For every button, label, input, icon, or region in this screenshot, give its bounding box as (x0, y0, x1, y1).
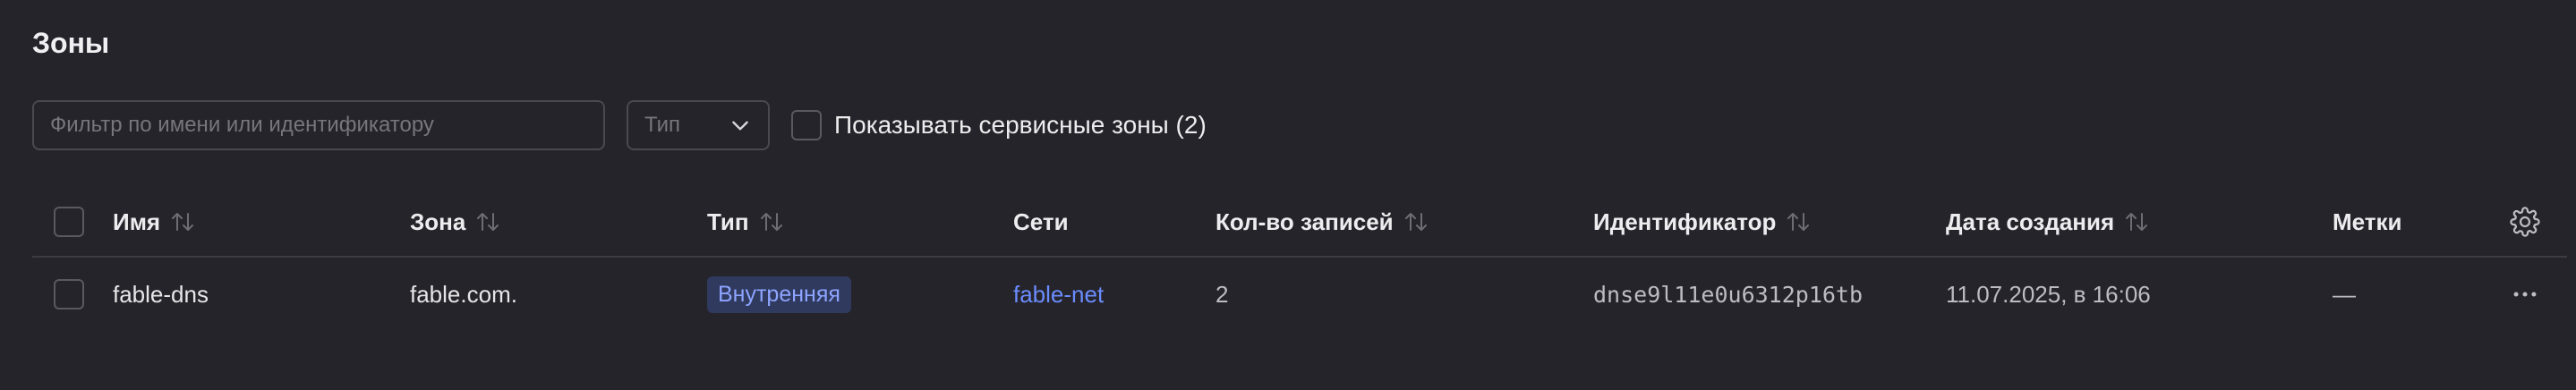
row-name[interactable]: fable-dns (113, 258, 209, 331)
row-select-cell (54, 258, 84, 331)
column-header-type[interactable]: Тип (707, 188, 785, 256)
select-all-cell (54, 188, 84, 256)
column-header-record-count-label: Кол-во записей (1215, 208, 1394, 235)
column-header-created[interactable]: Дата создания (1946, 188, 2150, 256)
column-header-record-count[interactable]: Кол-во записей (1215, 188, 1429, 256)
table-header: Имя Зона Тип Сети Кол-во записей Идентиф… (32, 188, 2567, 258)
filter-input[interactable] (32, 100, 605, 150)
type-select-placeholder: Тип (644, 113, 681, 137)
column-header-identifier[interactable]: Идентификатор (1593, 188, 1812, 256)
column-header-networks: Сети (1013, 188, 1069, 256)
more-dots-icon[interactable] (2510, 279, 2540, 309)
row-created: 11.07.2025, в 16:06 (1946, 280, 2151, 308)
sort-arrows-icon (2126, 213, 2148, 231)
row-record-count: 2 (1215, 280, 1229, 308)
row-type-cell: Внутренняя (707, 258, 851, 331)
table-settings-cell (2510, 188, 2540, 256)
gear-icon[interactable] (2510, 207, 2540, 237)
row-identifier: dnse9l11e0u6312p16tb (1593, 281, 1864, 308)
sort-arrows-icon (1787, 213, 1810, 231)
page: Зоны Тип Показывать сервисные зоны (2) И… (0, 0, 2576, 390)
page-title: Зоны (32, 27, 110, 59)
chevron-down-icon (729, 114, 752, 137)
row-zone: fable.com. (410, 280, 517, 308)
column-header-zone-label: Зона (410, 208, 466, 235)
sort-arrows-icon (477, 213, 499, 231)
row-labels: — (2333, 280, 2356, 308)
type-badge: Внутренняя (707, 276, 851, 313)
column-header-labels-label: Метки (2333, 208, 2402, 235)
column-header-networks-label: Сети (1013, 208, 1069, 235)
row-network-link[interactable]: fable-net (1013, 258, 1104, 331)
row-select-checkbox[interactable] (54, 279, 84, 309)
column-header-zone[interactable]: Зона (410, 188, 501, 256)
column-header-created-label: Дата создания (1946, 208, 2115, 235)
type-select[interactable]: Тип (627, 100, 770, 150)
column-header-labels: Метки (2333, 188, 2402, 256)
column-header-type-label: Тип (707, 208, 749, 235)
sort-arrows-icon (1404, 213, 1427, 231)
column-header-identifier-label: Идентификатор (1593, 208, 1777, 235)
zones-table: Имя Зона Тип Сети Кол-во записей Идентиф… (32, 188, 2567, 331)
toolbar: Тип Показывать сервисные зоны (2) (32, 100, 1207, 150)
service-zones-toggle[interactable]: Показывать сервисные зоны (2) (791, 110, 1207, 140)
select-all-checkbox[interactable] (54, 207, 84, 237)
service-zones-label: Показывать сервисные зоны (2) (834, 111, 1207, 139)
column-header-name[interactable]: Имя (113, 188, 196, 256)
row-actions-cell (2510, 258, 2540, 331)
table-row[interactable]: fable-dns fable.com. Внутренняя fable-ne… (32, 258, 2567, 331)
column-header-name-label: Имя (113, 208, 161, 235)
sort-arrows-icon (760, 213, 782, 231)
sort-arrows-icon (172, 213, 194, 231)
service-zones-checkbox[interactable] (791, 110, 822, 140)
